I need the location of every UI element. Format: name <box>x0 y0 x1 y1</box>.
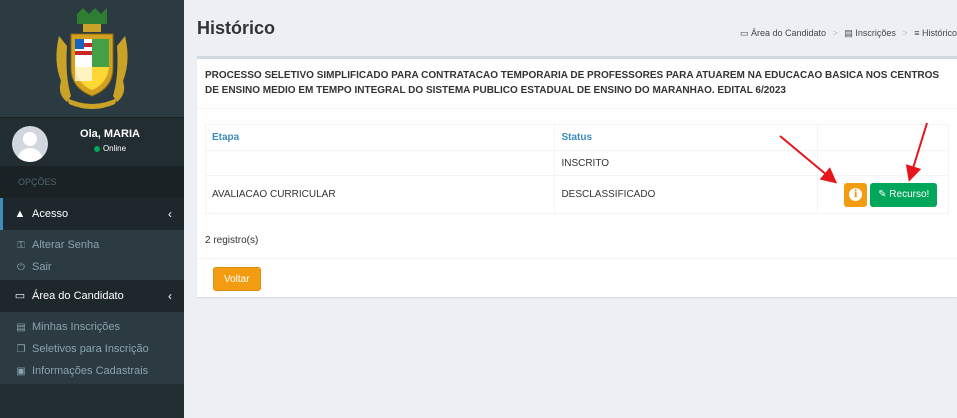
menu-informacoes-cadastrais[interactable]: ▣ Informações Cadastrais <box>0 360 184 382</box>
breadcrumb-area-candidato[interactable]: Área do Candidato <box>751 28 826 38</box>
breadcrumb-list-icon: ▤ <box>844 28 853 38</box>
column-header-actions <box>817 124 949 151</box>
section-header: OPÇÕES <box>0 166 184 198</box>
breadcrumb-monitor-icon: ▭ <box>739 28 749 38</box>
menu-acesso-label: Acesso <box>32 208 69 220</box>
recurso-button[interactable]: ✎ Recurso! <box>870 182 938 207</box>
menu-minhas-inscricoes[interactable]: ▤ Minhas Inscrições <box>0 316 184 338</box>
user-panel: Ola, MARIA Online <box>0 118 184 166</box>
breadcrumb-inscricoes[interactable]: Inscrições <box>855 28 896 38</box>
cell-etapa <box>204 150 556 176</box>
column-header-etapa: Etapa <box>204 124 556 151</box>
main-content: Histórico ▭ Área do Candidato > ▤ Inscri… <box>184 0 957 418</box>
cell-actions: i ✎ Recurso! <box>817 175 949 214</box>
process-description: PROCESSO SELETIVO SIMPLIFICADO PARA CONT… <box>197 59 957 109</box>
breadcrumb-separator: > <box>902 28 908 38</box>
menu-alterar-senha[interactable]: ⚿ Alterar Senha <box>0 234 184 256</box>
cell-actions <box>817 150 949 176</box>
power-icon: ⏻ <box>17 262 25 273</box>
history-table: Etapa Status INSCRITO AVALIACAO CURRICUL… <box>204 124 949 214</box>
copy-icon: ❐ <box>16 344 26 355</box>
chevron-left-icon: ‹ <box>168 289 172 303</box>
menu-area-candidato-label: Área do Candidato <box>32 290 124 302</box>
pencil-icon: ✎ <box>878 188 887 200</box>
record-count: 2 registro(s) <box>205 235 259 246</box>
submenu-area-candidato: ▤ Minhas Inscrições ❐ Seletivos para Inscr… <box>0 312 184 384</box>
page-title: Histórico <box>197 18 276 38</box>
user-greeting: Ola, MARIA <box>80 128 140 140</box>
menu-minhas-inscricoes-label: Minhas Inscrições <box>32 321 121 333</box>
chevron-left-icon: ‹ <box>168 207 172 221</box>
history-table-wrap: Etapa Status INSCRITO AVALIACAO CURRICUL… <box>204 124 949 214</box>
column-header-status: Status <box>554 124 819 151</box>
online-dot-icon <box>93 145 100 152</box>
breadcrumb: ▭ Área do Candidato > ▤ Inscrições > ≡ H… <box>740 28 957 39</box>
menu-seletivos-inscricao-label: Seletivos para Inscrição <box>32 343 149 355</box>
menu-alterar-senha-label: Alterar Senha <box>32 239 100 251</box>
cell-status: INSCRITO <box>554 150 819 176</box>
avatar <box>12 126 48 162</box>
user-icon: ▲ <box>14 208 26 220</box>
user-status-label: Online <box>102 144 127 153</box>
sidebar: Ola, MARIA Online OPÇÕES ▲ Acesso ‹ ⚿ Alte… <box>0 0 184 418</box>
breadcrumb-historico: Histórico <box>921 28 957 38</box>
key-icon: ⚿ <box>17 240 25 251</box>
breadcrumb-separator: > <box>832 28 838 38</box>
menu-area-candidato[interactable]: ▭ Área do Candidato ‹ <box>0 280 184 312</box>
list-icon: ▤ <box>16 322 26 333</box>
table-header-row: Etapa Status <box>204 124 949 151</box>
menu-seletivos-inscricao[interactable]: ❐ Seletivos para Inscrição <box>0 338 184 360</box>
coat-of-arms-logo <box>56 8 128 109</box>
table-row: INSCRITO <box>204 150 949 176</box>
menu-acesso[interactable]: ▲ Acesso ‹ <box>0 198 184 230</box>
divider <box>197 258 957 259</box>
menu-sair[interactable]: ⏻ Sair <box>0 256 184 278</box>
cell-status: DESCLASSIFICADO <box>554 175 819 214</box>
logo-area <box>0 0 184 118</box>
table-row: AVALIACAO CURRICULAR DESCLASSIFICADO i ✎ … <box>204 175 949 214</box>
menu-informacoes-cadastrais-label: Informações Cadastrais <box>32 365 149 377</box>
recurso-button-label: Recurso! <box>889 188 930 200</box>
voltar-button[interactable]: Voltar <box>213 267 261 291</box>
historico-box: PROCESSO SELETIVO SIMPLIFICADO PARA CONT… <box>197 56 957 297</box>
menu-sair-label: Sair <box>32 261 52 273</box>
monitor-icon: ▭ <box>14 290 26 302</box>
save-icon: ▣ <box>16 366 26 377</box>
user-status: Online <box>60 144 160 153</box>
cell-etapa: AVALIACAO CURRICULAR <box>204 175 556 214</box>
info-button[interactable]: i <box>844 182 868 207</box>
info-icon: i <box>849 187 863 201</box>
breadcrumb-bars-icon: ≡ <box>914 28 920 38</box>
submenu-acesso: ⚿ Alterar Senha ⏻ Sair <box>0 230 184 280</box>
